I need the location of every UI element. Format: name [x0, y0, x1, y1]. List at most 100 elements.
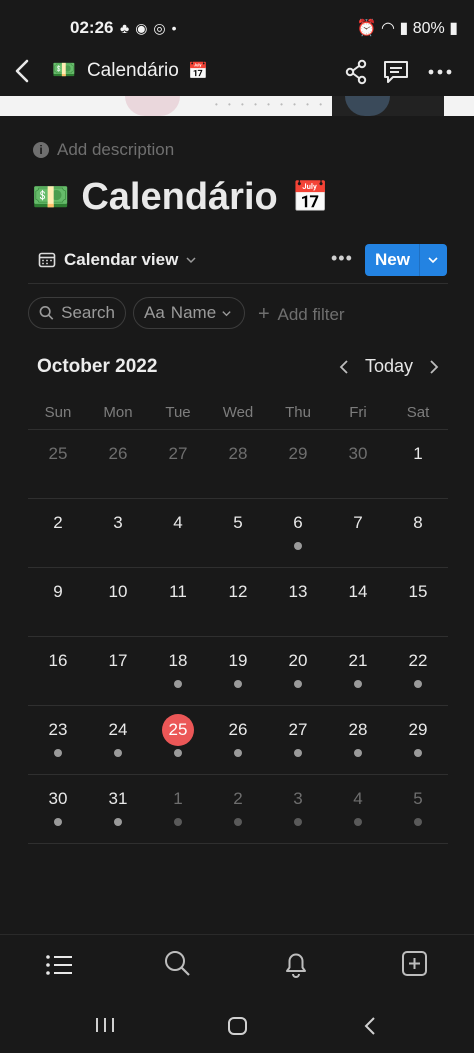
view-selector[interactable]: Calendar view [38, 250, 197, 270]
more-horizontal-icon: ••• [331, 248, 353, 268]
home-button[interactable] [227, 1016, 249, 1041]
nav-home-button[interactable] [44, 951, 74, 984]
weekday-label: Sat [406, 404, 430, 421]
comment-icon [384, 61, 408, 83]
share-button[interactable] [340, 56, 372, 88]
calendar-day-number: 21 [348, 651, 368, 670]
calendar-day-number: 6 [293, 513, 303, 532]
wifi-icon: ◠ [381, 20, 395, 37]
more-options-button[interactable] [424, 56, 456, 88]
calendar-day-cell[interactable]: 19 [208, 636, 268, 705]
nav-notifications-button[interactable] [282, 948, 310, 985]
calendar-day-cell[interactable]: 23 [28, 705, 88, 774]
calendar-day-cell[interactable]: 28 [328, 705, 388, 774]
search-icon [39, 306, 54, 320]
calendar-day-cell[interactable]: 5 [388, 774, 448, 843]
calendar-day-cell[interactable]: 30 [28, 774, 88, 843]
name-property-chip[interactable]: Aa Name [133, 297, 245, 329]
calendar-day-cell[interactable]: 24 [88, 705, 148, 774]
calendar-day-cell[interactable]: 25 [28, 429, 88, 498]
calendar-day-cell[interactable]: 6 [268, 498, 328, 567]
calendar-day-cell[interactable]: 10 [88, 567, 148, 636]
more-horizontal-icon [428, 69, 452, 75]
previous-month-button[interactable] [334, 356, 354, 383]
calendar-day-cell[interactable]: 28 [208, 429, 268, 498]
event-dot [294, 818, 302, 826]
comments-button[interactable] [380, 56, 412, 88]
calendar-day-cell[interactable]: 27 [148, 429, 208, 498]
calendar-day-cell[interactable]: 14 [328, 567, 388, 636]
calendar-day-number: 4 [173, 513, 183, 532]
cover-image[interactable]: • • • • • • • • • [0, 96, 474, 116]
calendar-day-cell[interactable]: 11 [148, 567, 208, 636]
calendar-day-cell[interactable]: 7 [328, 498, 388, 567]
new-button[interactable]: New [365, 244, 447, 276]
calendar-day-cell[interactable]: 29 [388, 705, 448, 774]
back-button[interactable] [8, 56, 38, 86]
calendar-day-cell[interactable]: 13 [268, 567, 328, 636]
calendar-day-number: 3 [113, 513, 123, 532]
calendar-day-cell[interactable]: 15 [388, 567, 448, 636]
calendar-day-number: 28 [228, 444, 248, 463]
calendar-day-cell[interactable]: 20 [268, 636, 328, 705]
next-month-button[interactable] [424, 356, 444, 383]
calendar-day-cell[interactable]: 31 [88, 774, 148, 843]
calendar-day-number: 5 [233, 513, 243, 532]
page-title[interactable]: 💵 Calendário 📅 [32, 176, 329, 219]
calendar-day-number: 12 [228, 582, 248, 601]
add-description-button[interactable]: i Add description [33, 140, 174, 160]
calendar-day-cell[interactable]: 3 [268, 774, 328, 843]
calendar-day-number: 2 [233, 789, 243, 808]
calendar-day-number: 26 [228, 720, 248, 739]
calendar-day-cell[interactable]: 3 [88, 498, 148, 567]
bell-icon [286, 953, 306, 978]
search-chip[interactable]: Search [28, 297, 126, 329]
view-bar: Calendar view ••• New [28, 244, 448, 280]
calendar-day-number: 14 [348, 582, 368, 601]
new-dropdown-button[interactable] [427, 250, 439, 269]
today-button[interactable]: Today [365, 356, 413, 377]
topbar-title[interactable]: 💵 Calendário 📅 [52, 58, 208, 82]
calendar-day-cell[interactable]: 22 [388, 636, 448, 705]
money-emoji-icon: 💵 [32, 181, 70, 214]
event-dot [354, 749, 362, 757]
calendar-day-cell[interactable]: 1 [388, 429, 448, 498]
calendar-day-number: 1 [173, 789, 183, 808]
calendar-day-cell[interactable]: 8 [388, 498, 448, 567]
view-label-text: Calendar view [64, 250, 179, 269]
event-dot [414, 749, 422, 757]
add-filter-button[interactable]: + Add filter [258, 303, 345, 326]
calendar-day-cell[interactable]: 17 [88, 636, 148, 705]
event-dot [294, 749, 302, 757]
calendar-day-cell[interactable]: 5 [208, 498, 268, 567]
calendar-day-cell[interactable]: 12 [208, 567, 268, 636]
calendar-day-cell[interactable]: 26 [88, 429, 148, 498]
calendar-emoji-icon: 📅 [291, 181, 330, 214]
nav-search-button[interactable] [164, 949, 192, 984]
nav-new-page-button[interactable] [400, 949, 430, 984]
calendar-day-number: 15 [408, 582, 428, 601]
calendar-day-cell[interactable]: 4 [328, 774, 388, 843]
calendar-day-cell[interactable]: 4 [148, 498, 208, 567]
calendar-day-cell[interactable]: 2 [208, 774, 268, 843]
calendar-day-cell[interactable]: 26 [208, 705, 268, 774]
calendar-day-cell[interactable]: 1 [148, 774, 208, 843]
calendar-day-cell[interactable]: 18 [148, 636, 208, 705]
calendar-day-cell[interactable]: 21 [328, 636, 388, 705]
calendar-day-number: 24 [108, 720, 128, 739]
view-more-button[interactable]: ••• [331, 248, 353, 269]
calendar-day-cell[interactable]: 30 [328, 429, 388, 498]
chevron-left-icon [364, 1017, 375, 1035]
system-back-button[interactable] [360, 1015, 380, 1042]
calendar-day-cell[interactable]: 25 [148, 705, 208, 774]
calendar-day-cell[interactable]: 2 [28, 498, 88, 567]
calendar-day-number: 30 [48, 789, 68, 808]
calendar-day-cell[interactable]: 29 [268, 429, 328, 498]
calendar-day-cell[interactable]: 16 [28, 636, 88, 705]
calendar-day-number: 8 [413, 513, 423, 532]
calendar-day-number: 29 [288, 444, 308, 463]
calendar-day-cell[interactable]: 27 [268, 705, 328, 774]
recent-apps-button[interactable] [94, 1016, 116, 1039]
status-time: 02:26 [70, 18, 114, 37]
calendar-day-cell[interactable]: 9 [28, 567, 88, 636]
